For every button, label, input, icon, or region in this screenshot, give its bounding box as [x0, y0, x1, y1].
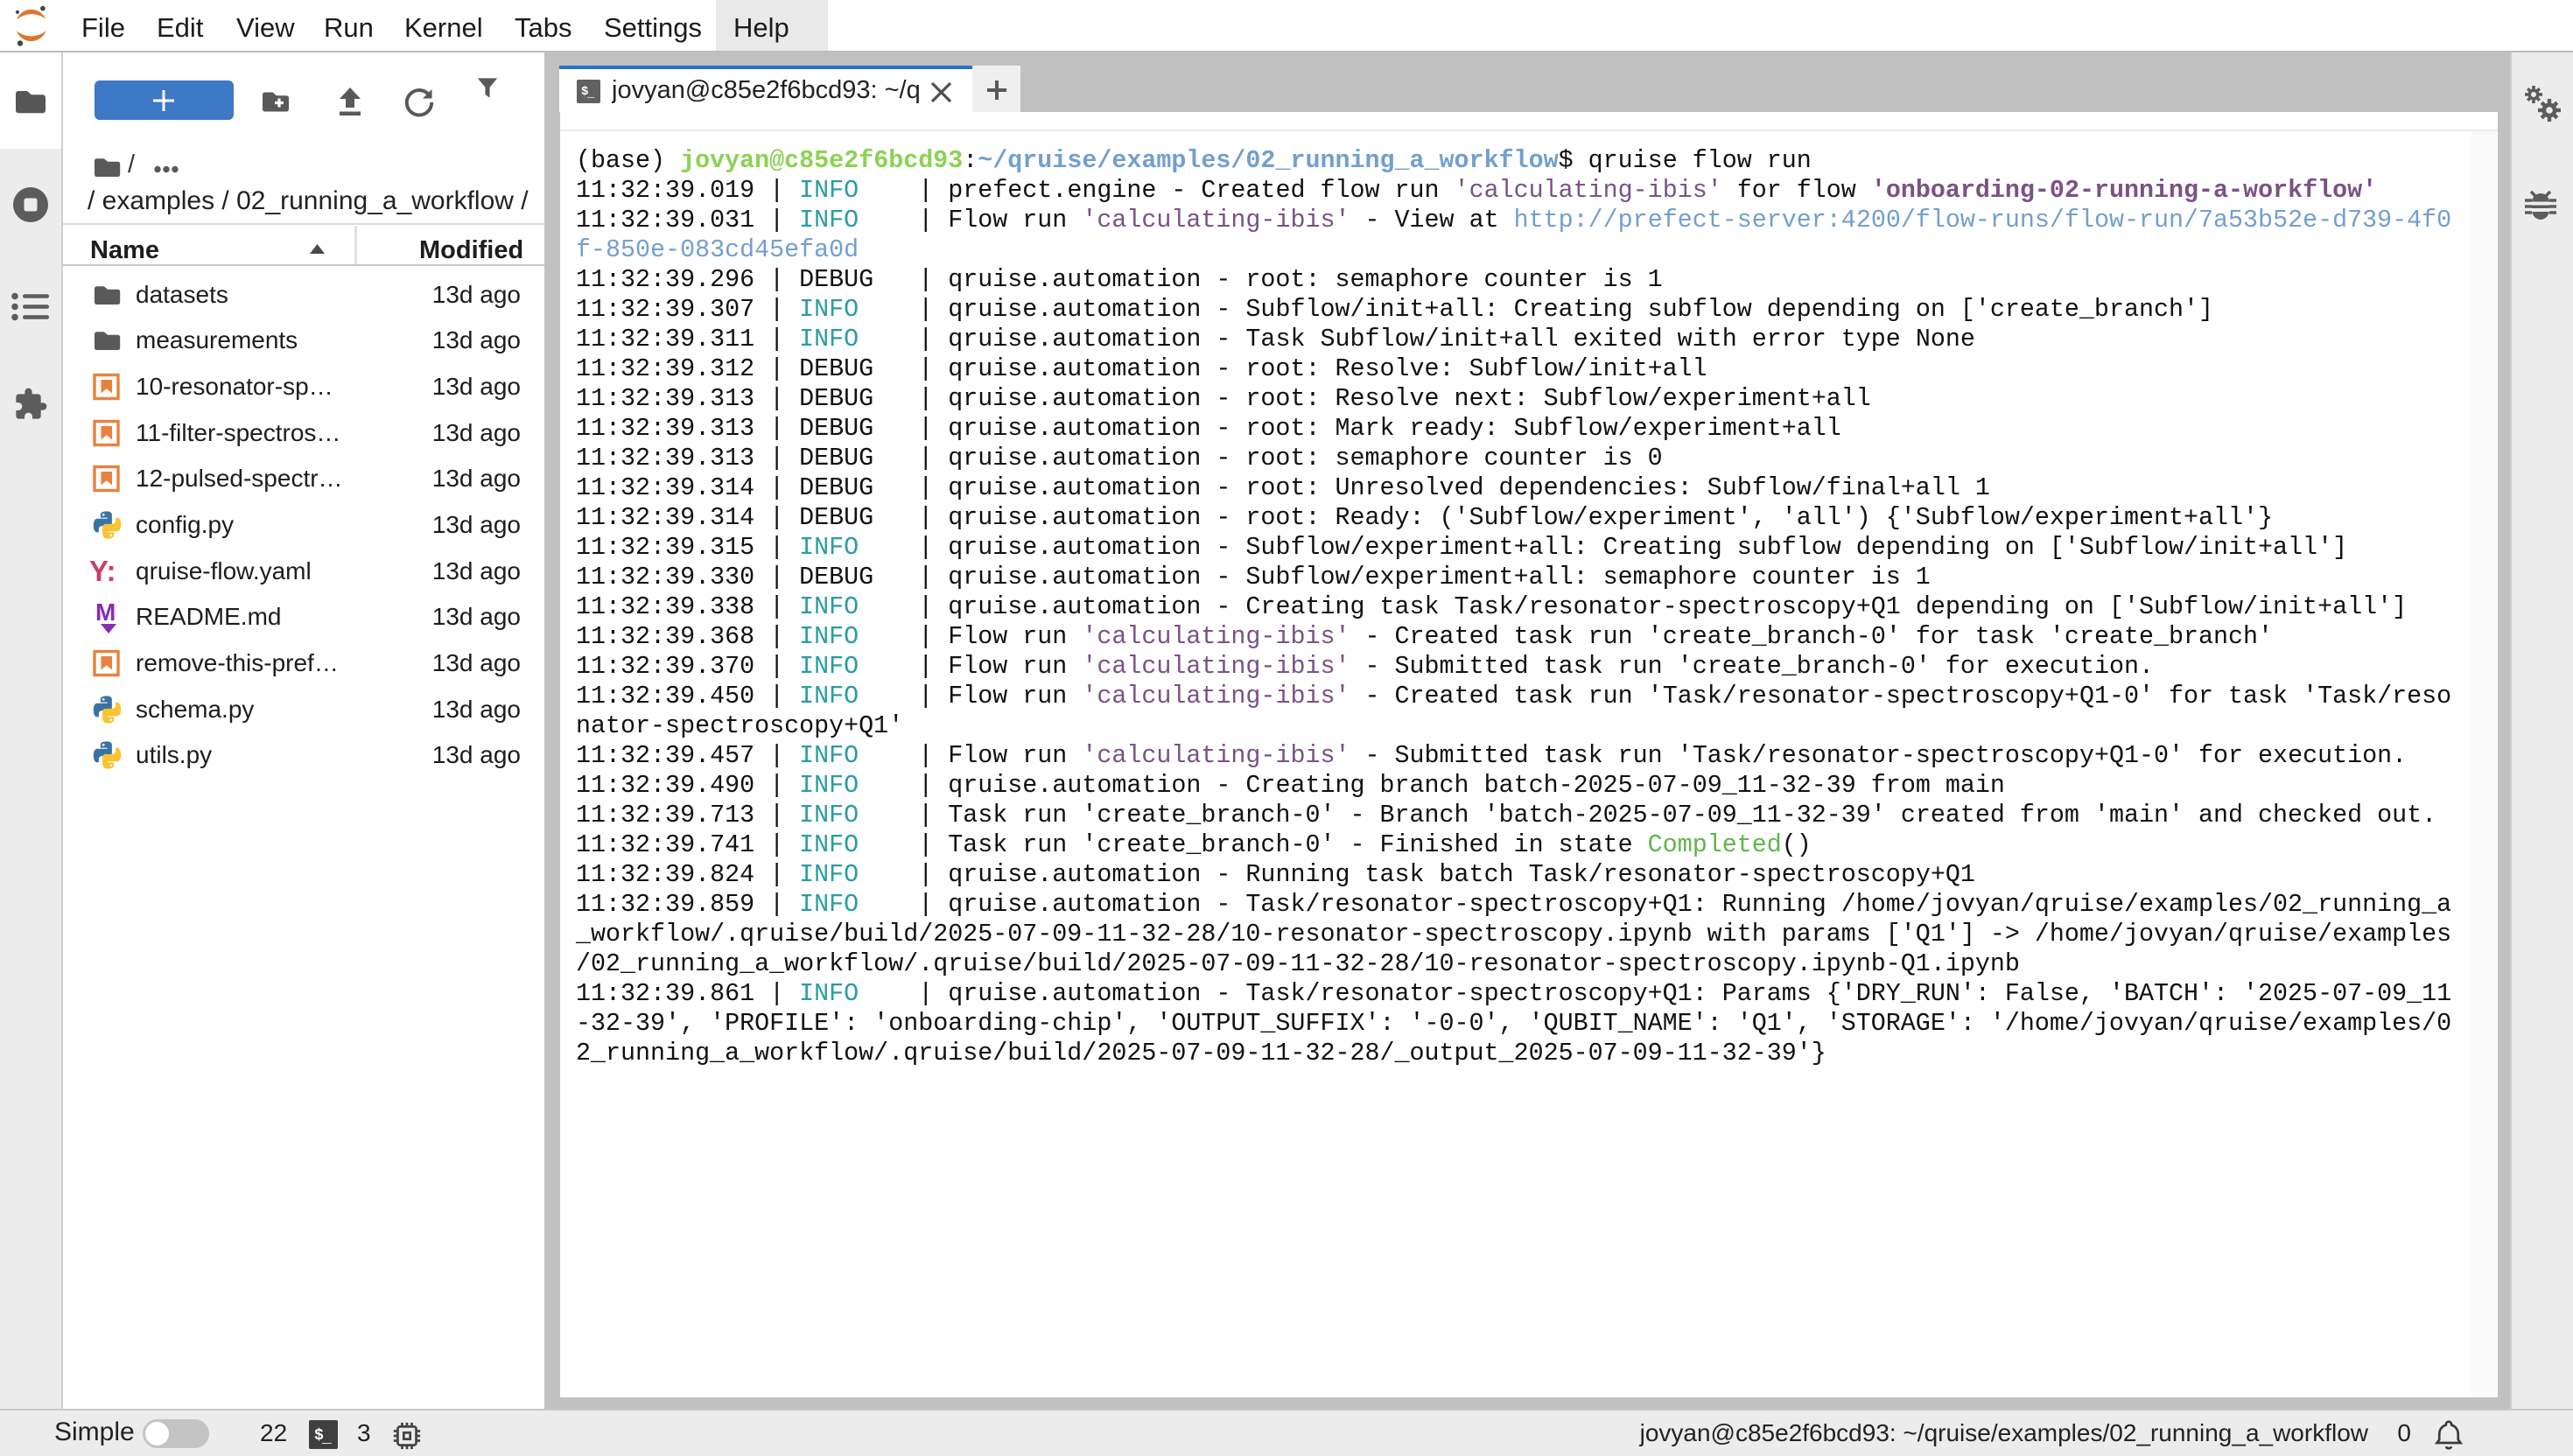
- svg-text:_: _: [321, 1430, 332, 1447]
- svg-text:M: M: [95, 599, 116, 626]
- svg-text:_: _: [586, 87, 595, 101]
